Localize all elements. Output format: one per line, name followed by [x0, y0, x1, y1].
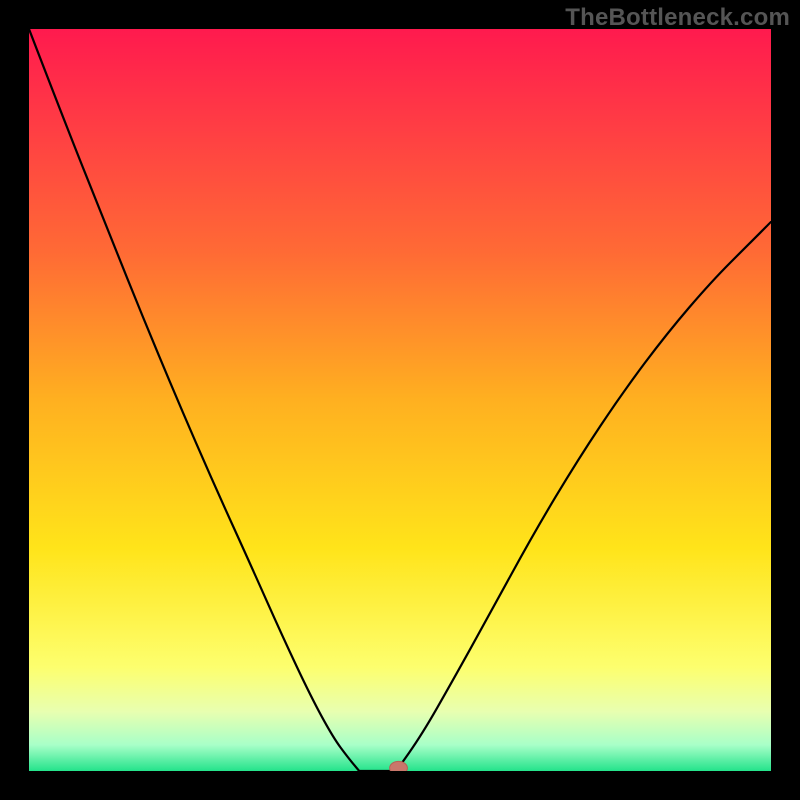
- optimal-point-marker: [390, 761, 408, 771]
- bottleneck-chart: [29, 29, 771, 771]
- plot-background: [29, 29, 771, 771]
- watermark-label: TheBottleneck.com: [565, 4, 790, 32]
- chart-container: { "watermark": "TheBottleneck.com", "col…: [0, 0, 800, 800]
